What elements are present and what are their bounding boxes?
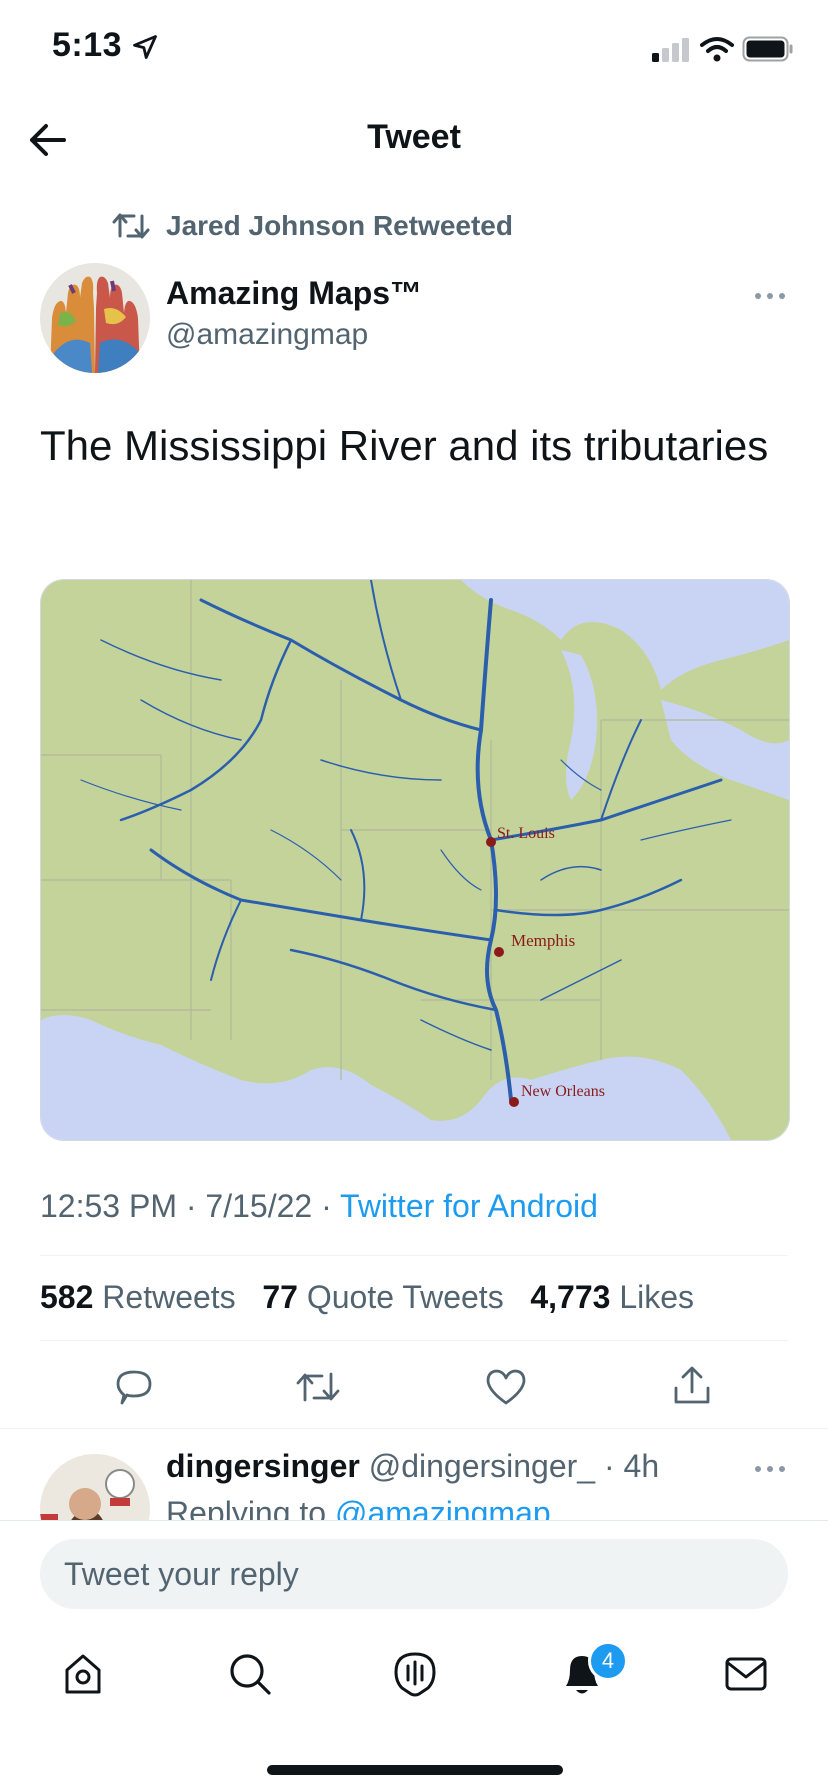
replying-to-text: Replying to @amazingmap <box>166 1495 551 1521</box>
reply-more-options-icon[interactable] <box>754 1463 786 1475</box>
tweet-stats: 582 Retweets 77 Quote Tweets 4,773 Likes <box>40 1279 694 1316</box>
map-label-st-louis: St. Louis <box>497 825 555 842</box>
page-title: Tweet <box>367 118 461 156</box>
retweets-stat[interactable]: 582 Retweets <box>40 1279 236 1315</box>
spaces-icon[interactable] <box>393 1650 437 1698</box>
author-avatar[interactable] <box>40 263 150 373</box>
tweet-time: 12:53 PM <box>40 1188 177 1224</box>
reply-author-handle[interactable]: @dingersinger_ · 4h <box>369 1448 659 1484</box>
share-icon[interactable] <box>672 1364 712 1406</box>
tweet-source-link[interactable]: Twitter for Android <box>340 1188 598 1224</box>
reply-author-name[interactable]: dingersinger @dingersinger_ · 4h <box>166 1448 659 1485</box>
more-options-icon[interactable] <box>754 290 786 302</box>
divider <box>40 1255 788 1256</box>
battery-icon <box>742 36 793 62</box>
home-indicator <box>267 1765 563 1775</box>
replying-to-link[interactable]: @amazingmap <box>335 1495 551 1521</box>
quote-tweets-stat[interactable]: 77 Quote Tweets <box>262 1279 503 1315</box>
tweet-media[interactable]: St. Louis Memphis New Orleans <box>40 579 790 1141</box>
avatar-hands-map-image <box>40 263 150 373</box>
retweeted-by-label[interactable]: Jared Johnson Retweeted <box>166 210 513 242</box>
author-name[interactable]: Amazing Maps™ <box>166 275 422 312</box>
reply-avatar-image <box>40 1454 150 1520</box>
divider <box>0 1520 828 1521</box>
tweet-date: 7/15/22 <box>205 1188 313 1224</box>
like-heart-icon[interactable] <box>485 1368 527 1406</box>
likes-stat[interactable]: 4,773 Likes <box>530 1279 694 1315</box>
tweet-metadata: 12:53 PM · 7/15/22 · Twitter for Android <box>40 1188 598 1225</box>
location-arrow-icon <box>133 35 157 59</box>
mississippi-river-map: St. Louis Memphis New Orleans <box>41 580 789 1140</box>
retweet-action-icon[interactable] <box>296 1368 340 1406</box>
reply-author-avatar[interactable] <box>40 1454 150 1520</box>
notifications-badge: 4 <box>588 1641 628 1681</box>
cellular-signal-icon <box>652 38 689 62</box>
home-icon[interactable] <box>62 1652 104 1696</box>
compose-placeholder: Tweet your reply <box>64 1556 299 1592</box>
author-handle[interactable]: @amazingmap <box>166 318 368 352</box>
messages-envelope-icon[interactable] <box>724 1656 768 1692</box>
reply-compose-input[interactable]: Tweet your reply <box>40 1539 788 1609</box>
retweet-icon <box>112 213 150 239</box>
wifi-icon <box>700 37 734 62</box>
meta-separator: · <box>312 1188 341 1224</box>
status-time: 5:13 <box>52 26 123 64</box>
reply-icon[interactable] <box>114 1367 154 1407</box>
map-label-memphis: Memphis <box>511 931 575 950</box>
tweet-text: The Mississippi River and its tributarie… <box>40 422 769 469</box>
meta-separator: · <box>176 1188 206 1224</box>
divider <box>40 1340 788 1341</box>
search-icon[interactable] <box>228 1652 272 1696</box>
map-label-new-orleans: New Orleans <box>521 1083 605 1100</box>
